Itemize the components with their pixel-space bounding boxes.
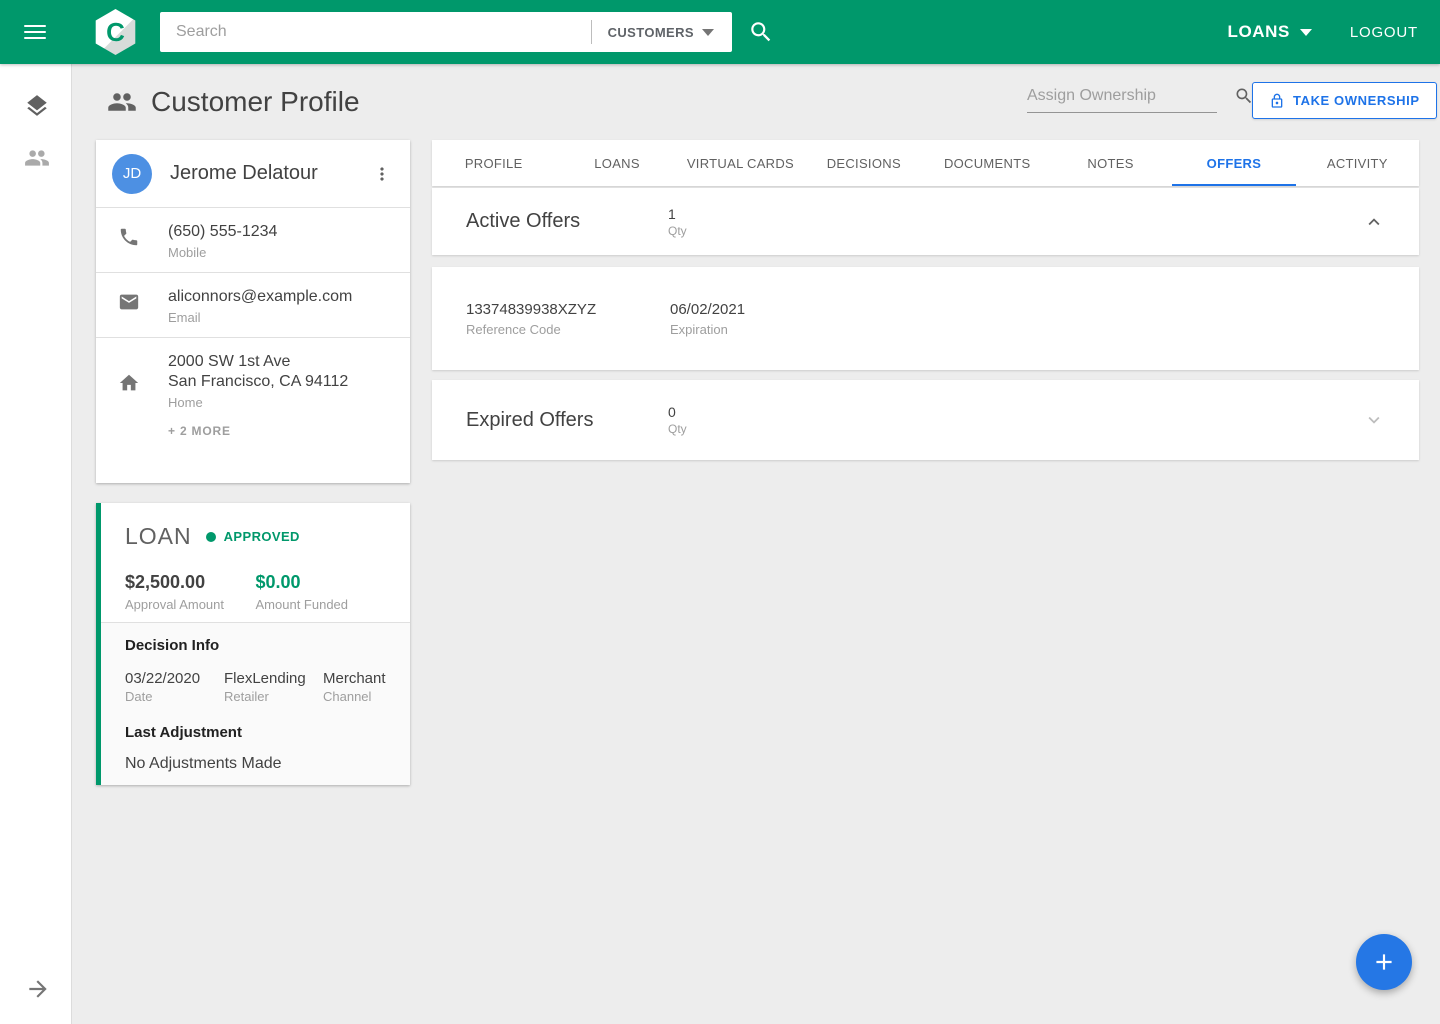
more-vert-icon[interactable] [368, 160, 396, 188]
phone-label: Mobile [168, 245, 394, 260]
amount-funded-block: $0.00 Amount Funded [256, 572, 387, 612]
tab-documents[interactable]: DOCUMENTS [926, 140, 1049, 186]
decision-date-label: Date [125, 689, 216, 704]
add-icon [1371, 949, 1397, 975]
assign-ownership-input[interactable] [1027, 87, 1234, 105]
expired-offers-title: Expired Offers [466, 409, 668, 432]
take-ownership-button[interactable]: TAKE OWNERSHIP [1252, 82, 1437, 119]
top-app-bar: C CUSTOMERS LOANS LOGOUT [0, 0, 1440, 64]
customer-card: JD Jerome Delatour (650) 555-1234 Mobile… [96, 140, 410, 483]
phone-row: (650) 555-1234 Mobile [96, 208, 410, 273]
logo-letter: C [106, 19, 125, 45]
tab-virtual-cards[interactable]: VIRTUAL CARDS [679, 140, 802, 186]
lock-icon [1269, 93, 1285, 109]
add-offer-fab[interactable] [1356, 934, 1412, 990]
offer-expiration-label: Expiration [670, 322, 874, 337]
page-title: Customer Profile [151, 86, 360, 118]
decision-channel-label: Channel [323, 689, 414, 704]
decision-info-heading: Decision Info [125, 637, 386, 654]
approval-amount-label: Approval Amount [125, 597, 256, 612]
profile-tabbar: PROFILE LOANS VIRTUAL CARDS DECISIONS DO… [432, 140, 1419, 186]
amount-funded-value: $0.00 [256, 572, 387, 593]
expired-offers-qty-value: 0 [668, 404, 687, 420]
search-scope-label: CUSTOMERS [608, 25, 694, 40]
tab-decisions[interactable]: DECISIONS [802, 140, 925, 186]
chevron-down-icon[interactable] [1363, 409, 1385, 431]
email-value: aliconnors@example.com [168, 287, 394, 307]
approval-amount-block: $2,500.00 Approval Amount [125, 572, 256, 612]
address-line2: San Francisco, CA 94112 [168, 372, 394, 392]
decision-date-field: 03/22/2020 Date [125, 670, 224, 704]
offer-expiration-field: 06/02/2021 Expiration [670, 301, 874, 337]
offer-row[interactable]: 13374839938XZYZ Reference Code 06/02/202… [432, 267, 1419, 370]
approval-amount-value: $2,500.00 [125, 572, 256, 593]
offer-reference-label: Reference Code [466, 322, 670, 337]
arrow-forward-icon[interactable] [25, 976, 51, 1002]
offer-expiration-value: 06/02/2021 [670, 301, 874, 318]
customer-card-header: JD Jerome Delatour [96, 140, 410, 208]
left-sidebar [0, 64, 72, 1024]
people-icon [107, 87, 137, 117]
menu-icon[interactable] [24, 20, 48, 44]
avatar: JD [112, 154, 152, 194]
chevron-down-icon [1300, 29, 1312, 36]
decision-date-value: 03/22/2020 [125, 670, 216, 687]
chevron-down-icon [702, 29, 714, 36]
loan-summary-card[interactable]: LOAN APPROVED $2,500.00 Approval Amount … [96, 503, 410, 785]
tab-profile[interactable]: PROFILE [432, 140, 555, 186]
decision-channel-value: Merchant [323, 670, 414, 687]
logout-button[interactable]: LOGOUT [1350, 0, 1418, 64]
email-icon [118, 291, 140, 313]
take-ownership-label: TAKE OWNERSHIP [1293, 93, 1420, 108]
home-icon [118, 372, 140, 394]
decision-retailer-field: FlexLending Retailer [224, 670, 323, 704]
chevron-up-icon[interactable] [1363, 211, 1385, 233]
global-search-box: CUSTOMERS [160, 12, 732, 52]
search-icon[interactable] [748, 19, 774, 45]
expired-offers-header[interactable]: Expired Offers 0 Qty [432, 380, 1419, 460]
active-offers-title: Active Offers [466, 210, 668, 233]
tab-notes[interactable]: NOTES [1049, 140, 1172, 186]
offer-reference-field: 13374839938XZYZ Reference Code [466, 301, 670, 337]
expired-offers-qty-label: Qty [668, 422, 687, 436]
phone-icon [118, 226, 140, 248]
address-line1: 2000 SW 1st Ave [168, 352, 394, 372]
search-icon[interactable] [1234, 86, 1254, 106]
address-row: 2000 SW 1st Ave San Francisco, CA 94112 … [96, 338, 410, 452]
assign-ownership-field [1027, 86, 1217, 113]
active-offers-qty: 1 Qty [668, 206, 687, 238]
address-label: Home [168, 395, 394, 410]
last-adjustment-heading: Last Adjustment [125, 724, 386, 741]
customer-name: Jerome Delatour [170, 162, 368, 185]
email-row: aliconnors@example.com Email [96, 273, 410, 338]
loans-nav-dropdown[interactable]: LOANS [1228, 0, 1313, 64]
loans-nav-label: LOANS [1228, 22, 1291, 42]
last-adjustment-value: No Adjustments Made [125, 755, 386, 773]
offer-reference-value: 13374839938XZYZ [466, 301, 670, 318]
active-offers-qty-label: Qty [668, 224, 687, 238]
tab-offers[interactable]: OFFERS [1172, 140, 1295, 186]
email-label: Email [168, 310, 394, 325]
page-header: Customer Profile TAKE OWNERSHIP [72, 64, 1440, 140]
active-offers-header[interactable]: Active Offers 1 Qty [432, 188, 1419, 255]
amount-funded-label: Amount Funded [256, 597, 387, 612]
search-scope-select[interactable]: CUSTOMERS [592, 12, 732, 52]
decision-retailer-value: FlexLending [224, 670, 315, 687]
loan-title: LOAN [125, 523, 192, 550]
search-input[interactable] [160, 23, 591, 41]
tab-loans[interactable]: LOANS [555, 140, 678, 186]
status-dot-icon [206, 532, 216, 542]
decision-info-section: Decision Info 03/22/2020 Date FlexLendin… [101, 622, 410, 785]
active-offers-qty-value: 1 [668, 206, 687, 222]
decision-retailer-label: Retailer [224, 689, 315, 704]
decision-channel-field: Merchant Channel [323, 670, 422, 704]
app-logo: C [93, 9, 138, 55]
customers-people-icon[interactable] [24, 145, 50, 171]
expired-offers-qty: 0 Qty [668, 404, 687, 436]
tab-activity[interactable]: ACTIVITY [1296, 140, 1419, 186]
more-contacts-link[interactable]: + 2 MORE [168, 424, 231, 438]
loan-status-badge: APPROVED [224, 529, 300, 544]
phone-value: (650) 555-1234 [168, 222, 394, 242]
layers-icon[interactable] [24, 93, 50, 119]
